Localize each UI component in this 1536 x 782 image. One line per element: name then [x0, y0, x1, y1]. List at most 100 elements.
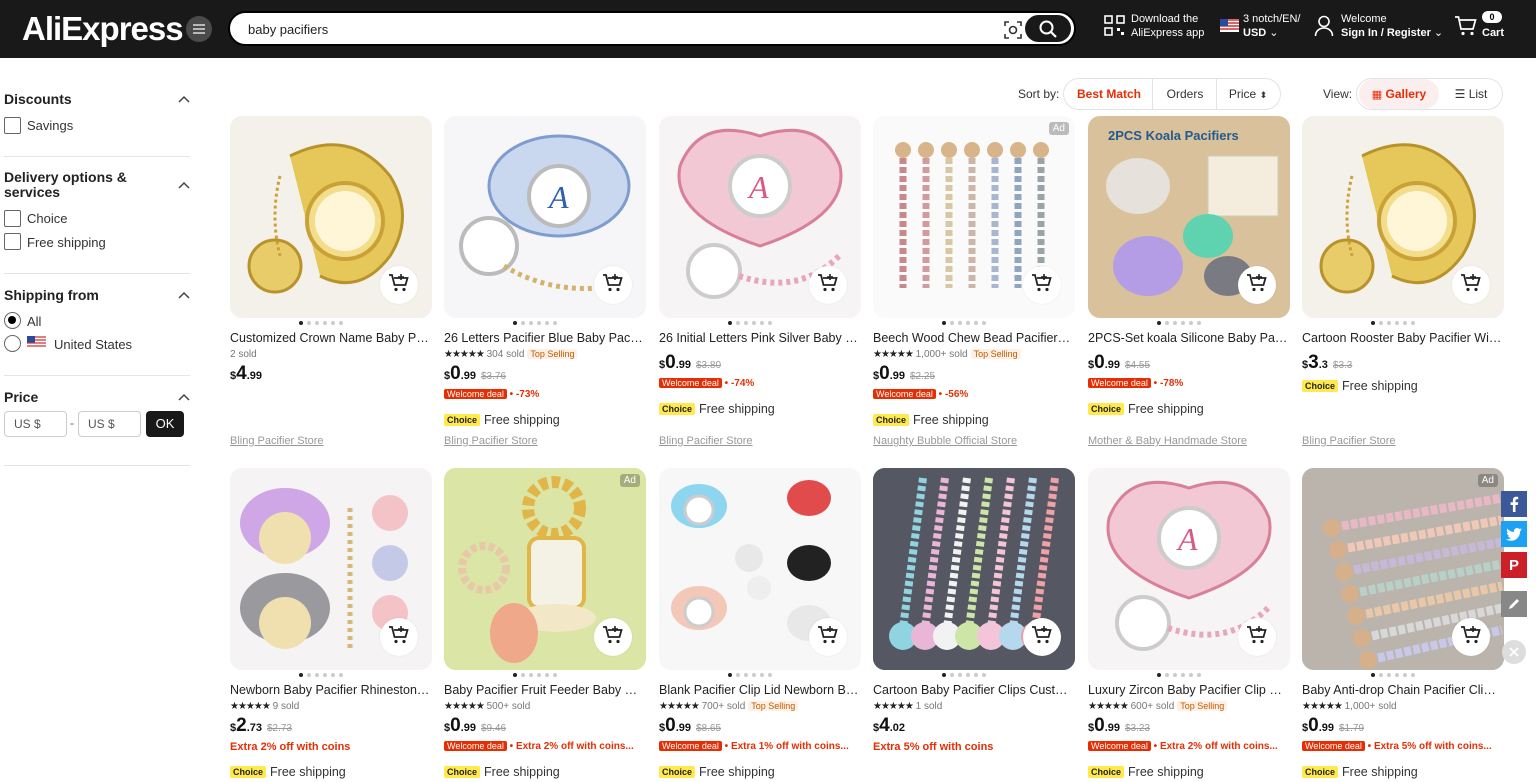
min-price-input[interactable]: US $ [4, 411, 67, 437]
add-to-cart-button[interactable] [1023, 266, 1061, 304]
menu-icon[interactable] [186, 16, 212, 42]
close-share-icon[interactable] [1502, 640, 1526, 664]
image-carousel-dots[interactable] [513, 321, 579, 327]
product-card[interactable]: Newborn Baby Pacifier Rhinestone ... ★★★★… [230, 468, 432, 782]
product-card[interactable]: Blank Pacifier Clip Lid Newborn Bab... ★★… [659, 468, 861, 782]
product-image[interactable]: A [1088, 468, 1290, 670]
product-title[interactable]: Beech Wood Chew Bead Pacifier Cli... [873, 331, 1073, 345]
edit-share-icon[interactable] [1501, 591, 1527, 617]
product-card[interactable]: Customized Crown Name Baby Paci... 2 sold… [230, 116, 432, 447]
search-input[interactable]: baby pacifiers [228, 11, 1076, 46]
product-image[interactable] [230, 468, 432, 670]
product-image[interactable] [1302, 116, 1504, 318]
view-gallery[interactable]: ▦ Gallery [1359, 79, 1439, 109]
image-carousel-dots[interactable] [513, 673, 579, 679]
add-to-cart-button[interactable] [809, 266, 847, 304]
choice-checkbox[interactable] [4, 210, 21, 227]
facebook-share-icon[interactable] [1501, 491, 1527, 517]
product-title[interactable]: Baby Pacifier Fruit Feeder Baby Silic... [444, 683, 644, 697]
product-title[interactable]: 2PCS-Set koala Silicone Baby Pacifie... [1088, 331, 1288, 345]
account-menu[interactable]: Welcome Sign In / Register ⌄ [1314, 12, 1443, 40]
image-carousel-dots[interactable] [299, 321, 365, 327]
max-price-input[interactable]: US $ [78, 411, 141, 437]
product-card[interactable]: Cartoon Baby Pacifier Clips Custom... ★★★… [873, 468, 1075, 782]
store-link[interactable]: Bling Pacifier Store [659, 435, 753, 447]
product-title[interactable]: Baby Anti-drop Chain Pacifier Clips ... [1302, 683, 1502, 697]
product-card[interactable]: Ad Baby Pacifier Fruit Feeder Baby Silic.… [444, 468, 646, 782]
product-image[interactable]: Ad [1302, 468, 1504, 670]
store-link[interactable]: Bling Pacifier Store [444, 435, 538, 447]
united-states-radio[interactable] [4, 335, 21, 352]
price-title[interactable]: Price [4, 389, 38, 405]
sort-orders[interactable]: Orders [1154, 79, 1216, 109]
add-to-cart-button[interactable] [1238, 618, 1276, 656]
add-to-cart-button[interactable] [1238, 266, 1276, 304]
chevron-up-icon[interactable] [178, 291, 190, 299]
image-carousel-dots[interactable] [299, 673, 365, 679]
image-carousel-dots[interactable] [1157, 321, 1223, 327]
product-card[interactable]: Ad Beech Wood Chew Bead Pacifier Cli... ★★… [873, 116, 1075, 447]
chevron-up-icon[interactable] [178, 181, 190, 189]
pinterest-share-icon[interactable]: P [1501, 552, 1527, 578]
view-list[interactable]: ☰ List [1441, 79, 1501, 109]
shipping-from-title[interactable]: Shipping from [4, 287, 99, 303]
download-app[interactable]: Download the AliExpress app [1104, 12, 1204, 40]
image-search-icon[interactable] [1003, 20, 1023, 40]
locale-selector[interactable]: 3 notch/EN/USD ⌄ [1220, 12, 1300, 40]
discounts-title[interactable]: Discounts [4, 91, 72, 107]
sort-price[interactable]: Price ⬍ [1217, 79, 1279, 109]
product-card[interactable]: A Luxury Zircon Baby Pacifier Clip Pin...… [1088, 468, 1290, 782]
sort-best-match[interactable]: Best Match [1066, 79, 1152, 109]
store-link[interactable]: Bling Pacifier Store [1302, 435, 1396, 447]
product-image[interactable] [873, 468, 1075, 670]
product-image[interactable] [230, 116, 432, 318]
price-ok-button[interactable]: OK [146, 411, 184, 437]
add-to-cart-button[interactable] [594, 266, 632, 304]
delivery-options-title[interactable]: Delivery options & services [4, 170, 127, 200]
add-to-cart-button[interactable] [594, 618, 632, 656]
store-link[interactable]: Naughty Bubble Official Store [873, 435, 1017, 447]
product-image[interactable]: 2PCS Koala Pacifiers [1088, 116, 1290, 318]
store-link[interactable]: Bling Pacifier Store [230, 435, 324, 447]
free-shipping-checkbox[interactable] [4, 233, 21, 250]
image-carousel-dots[interactable] [942, 673, 1008, 679]
product-image[interactable] [659, 468, 861, 670]
product-card[interactable]: 2PCS Koala Pacifiers 2PCS-Set koala Silic… [1088, 116, 1290, 447]
product-card[interactable]: A 26 Initial Letters Pink Silver Baby Pa.… [659, 116, 861, 447]
product-image[interactable]: A [444, 116, 646, 318]
image-carousel-dots[interactable] [1157, 673, 1223, 679]
add-to-cart-button[interactable] [1023, 618, 1061, 656]
search-button[interactable] [1025, 15, 1071, 42]
add-to-cart-button[interactable] [1452, 266, 1490, 304]
product-card[interactable]: Cartoon Rooster Baby Pacifier With ... $3… [1302, 116, 1504, 447]
product-card[interactable]: A 26 Letters Pacifier Blue Baby Pacifie..… [444, 116, 646, 447]
add-to-cart-button[interactable] [380, 266, 418, 304]
product-image[interactable]: A [659, 116, 861, 318]
chevron-up-icon[interactable] [178, 95, 190, 103]
image-carousel-dots[interactable] [728, 321, 794, 327]
store-link[interactable]: Mother & Baby Handmade Store [1088, 435, 1247, 447]
aliexpress-logo[interactable]: AliExpress [22, 10, 184, 48]
product-title[interactable]: Newborn Baby Pacifier Rhinestone ... [230, 683, 430, 697]
savings-checkbox[interactable] [4, 117, 21, 134]
add-to-cart-button[interactable] [809, 618, 847, 656]
image-carousel-dots[interactable] [1371, 673, 1437, 679]
chevron-up-icon[interactable] [178, 393, 190, 401]
product-title[interactable]: Cartoon Rooster Baby Pacifier With ... [1302, 331, 1502, 345]
product-title[interactable]: Cartoon Baby Pacifier Clips Custom... [873, 683, 1073, 697]
product-image[interactable]: Ad [444, 468, 646, 670]
twitter-share-icon[interactable] [1501, 521, 1527, 547]
product-title[interactable]: Blank Pacifier Clip Lid Newborn Bab... [659, 683, 859, 697]
product-card[interactable]: Ad Baby Anti-drop Chain Pacifier Clips ..… [1302, 468, 1504, 782]
product-title[interactable]: Customized Crown Name Baby Paci... [230, 331, 430, 345]
all-radio[interactable] [4, 312, 21, 329]
product-image[interactable]: Ad [873, 116, 1075, 318]
product-title[interactable]: 26 Initial Letters Pink Silver Baby Pa..… [659, 331, 859, 345]
add-to-cart-button[interactable] [1452, 618, 1490, 656]
image-carousel-dots[interactable] [728, 673, 794, 679]
product-title[interactable]: Luxury Zircon Baby Pacifier Clip Pin... [1088, 683, 1288, 697]
add-to-cart-button[interactable] [380, 618, 418, 656]
product-title[interactable]: 26 Letters Pacifier Blue Baby Pacifie... [444, 331, 644, 345]
image-carousel-dots[interactable] [942, 321, 1008, 327]
image-carousel-dots[interactable] [1371, 321, 1437, 327]
